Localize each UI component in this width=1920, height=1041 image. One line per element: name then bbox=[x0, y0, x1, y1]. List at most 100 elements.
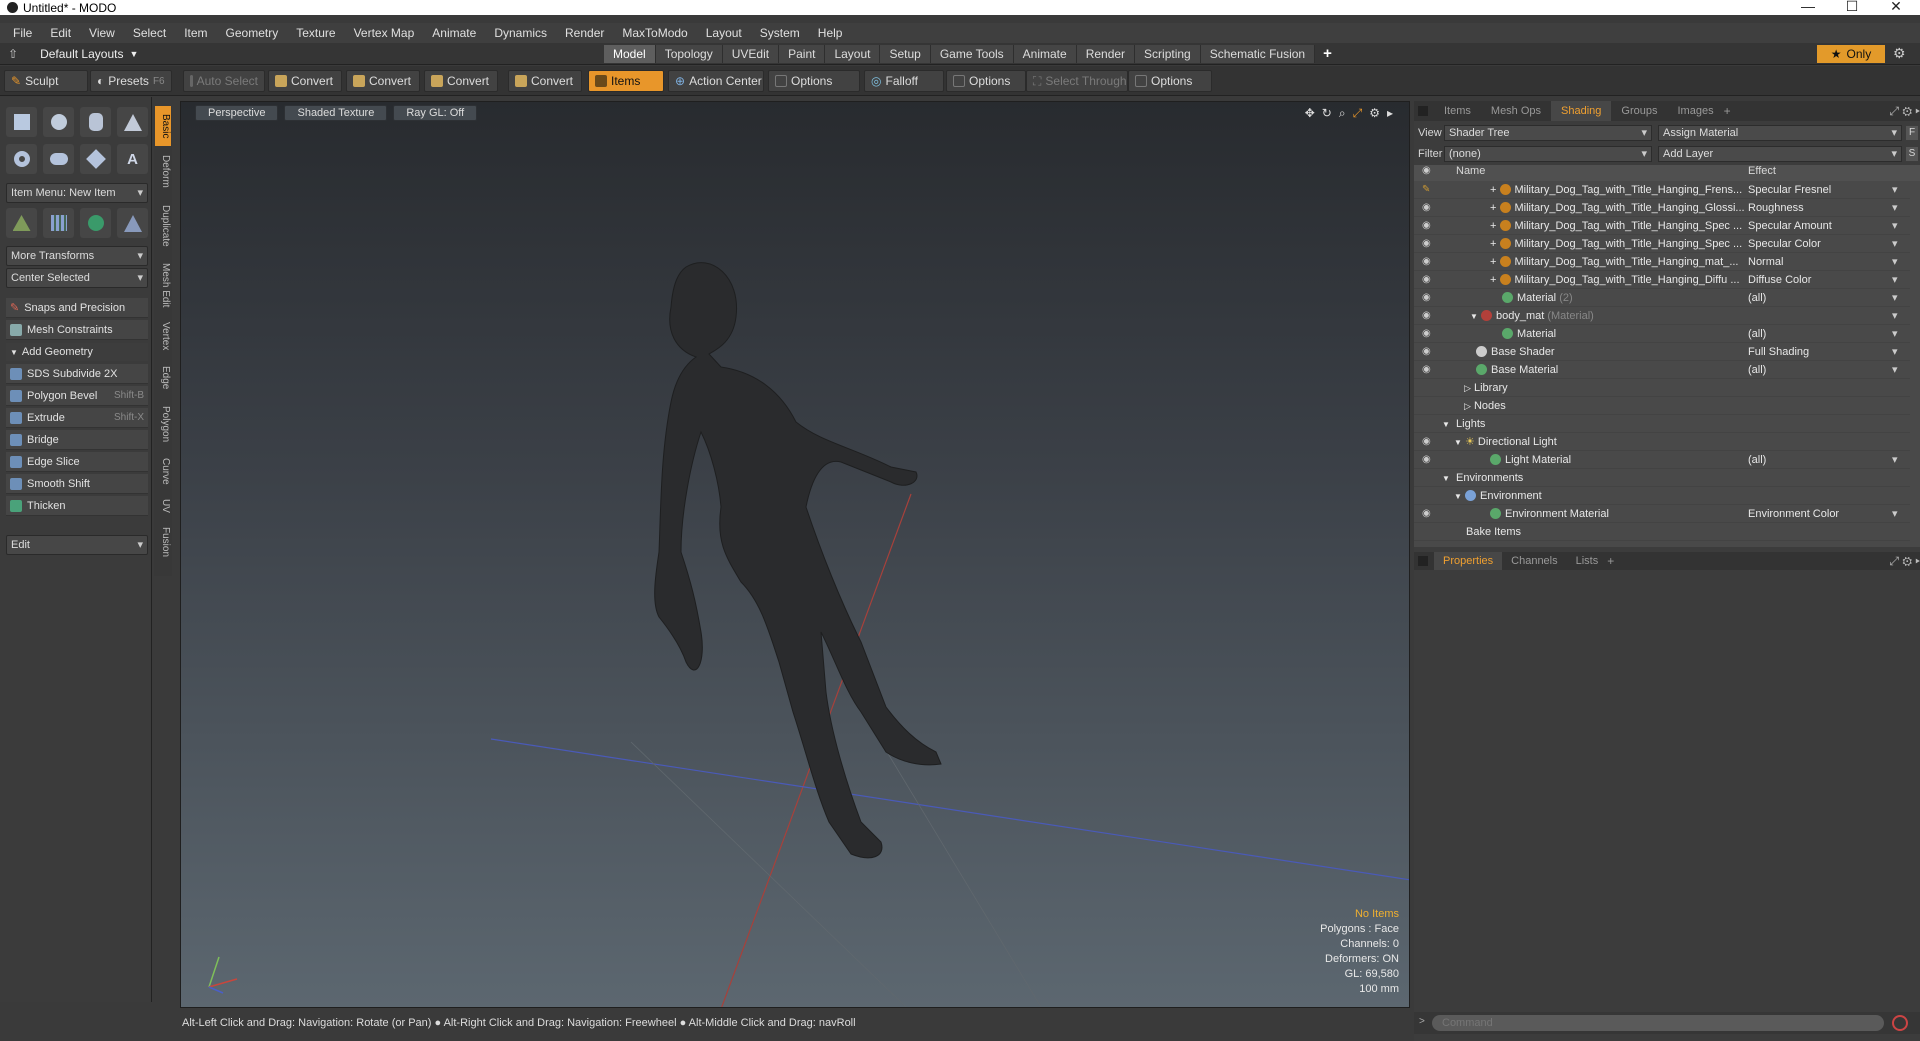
s-button[interactable]: S bbox=[1906, 147, 1918, 161]
smooth-shift-button[interactable]: Smooth Shift bbox=[6, 474, 148, 494]
vtab-polygon[interactable]: Polygon bbox=[155, 400, 171, 448]
menu-texture[interactable]: Texture bbox=[287, 26, 344, 40]
tree-row[interactable]: ◉ ▼ ☀ Directional Light bbox=[1414, 433, 1910, 451]
tab-scripting[interactable]: Scripting bbox=[1135, 45, 1201, 63]
tree-row[interactable]: ◉ + Military_Dog_Tag_with_Title_Hanging_… bbox=[1414, 253, 1910, 271]
tree-row[interactable]: ◉ Material (all) ▾ bbox=[1414, 325, 1910, 343]
edit-dropdown[interactable]: Edit bbox=[6, 535, 148, 555]
options-button-2[interactable]: Options bbox=[946, 70, 1026, 92]
tab-schematic-fusion[interactable]: Schematic Fusion bbox=[1200, 45, 1316, 63]
vtab-curve[interactable]: Curve bbox=[155, 452, 171, 490]
row-effect[interactable]: (all) bbox=[1748, 454, 1898, 466]
chevron-down-icon[interactable]: ▾ bbox=[1892, 219, 1898, 232]
filter-dropdown[interactable]: (none) bbox=[1444, 146, 1652, 162]
panel-expand-icon[interactable]: ⤢ ⚙ ▸ bbox=[1889, 104, 1920, 119]
add-geometry-section[interactable]: ▼ Add Geometry bbox=[6, 343, 148, 361]
tree-row[interactable]: ◉ ▼ body_mat (Material) ▾ bbox=[1414, 307, 1910, 325]
tree-row[interactable]: ◉ Base Material (all) ▾ bbox=[1414, 361, 1910, 379]
vtab-vertex[interactable]: Vertex bbox=[155, 316, 171, 356]
f-button[interactable]: F bbox=[1906, 126, 1918, 140]
locator-icon[interactable] bbox=[6, 208, 37, 238]
fit-view-icon[interactable]: ⤢ bbox=[1353, 106, 1363, 121]
tab-channels[interactable]: Channels bbox=[1502, 555, 1566, 567]
tree-row[interactable]: ◉ Environment Material Environment Color… bbox=[1414, 505, 1910, 523]
chevron-down-icon[interactable]: ▾ bbox=[1892, 345, 1898, 358]
convert-button-3[interactable]: Convert bbox=[424, 70, 498, 92]
tab-paint[interactable]: Paint bbox=[779, 45, 826, 63]
convert-button-2[interactable]: Convert bbox=[346, 70, 420, 92]
tab-animate[interactable]: Animate bbox=[1013, 45, 1077, 63]
center-selected-dropdown[interactable]: Center Selected bbox=[6, 268, 148, 288]
menu-layout[interactable]: Layout bbox=[697, 26, 751, 40]
torus-icon[interactable] bbox=[6, 144, 37, 174]
menu-animate[interactable]: Animate bbox=[423, 26, 485, 40]
eye-icon[interactable]: ◉ bbox=[1422, 310, 1436, 321]
panel-menu-icon[interactable] bbox=[1418, 106, 1428, 116]
vtab-basic[interactable]: Basic bbox=[155, 106, 171, 146]
row-effect[interactable]: Diffuse Color bbox=[1748, 274, 1898, 286]
select-through-button[interactable]: ⛶ Select Through bbox=[1026, 70, 1128, 92]
tab-mesh-ops[interactable]: Mesh Ops bbox=[1481, 105, 1551, 117]
vtab-mesh-edit[interactable]: Mesh Edit bbox=[155, 258, 171, 312]
extrude-button[interactable]: Extrude Shift-X bbox=[6, 408, 148, 428]
tab-uvedit[interactable]: UVEdit bbox=[722, 45, 780, 63]
row-effect[interactable]: Normal bbox=[1748, 256, 1898, 268]
eye-icon[interactable]: ◉ bbox=[1422, 328, 1436, 339]
eye-icon[interactable]: ◉ bbox=[1422, 202, 1436, 213]
brush-icon[interactable]: ✎ bbox=[1422, 184, 1436, 195]
chevron-down-icon[interactable]: ▾ bbox=[1892, 237, 1898, 250]
chevron-down-icon[interactable]: ▾ bbox=[1892, 255, 1898, 268]
auto-select-button[interactable]: Auto Select bbox=[183, 70, 265, 92]
move-view-icon[interactable]: ✥ bbox=[1305, 106, 1315, 121]
tab-items[interactable]: Items bbox=[1434, 105, 1481, 117]
row-effect[interactable]: Full Shading bbox=[1748, 346, 1898, 358]
cylinder-icon[interactable] bbox=[80, 107, 111, 137]
chevron-down-icon[interactable]: ▾ bbox=[1892, 363, 1898, 376]
eye-icon[interactable]: ◉ bbox=[1422, 256, 1436, 267]
eye-icon[interactable]: ◉ bbox=[1422, 454, 1436, 465]
options-button-3[interactable]: Options bbox=[1128, 70, 1212, 92]
tree-row[interactable]: ◉ Light Material (all) ▾ bbox=[1414, 451, 1910, 469]
thicken-button[interactable]: Thicken bbox=[6, 496, 148, 516]
convert-button-1[interactable]: Convert bbox=[268, 70, 342, 92]
pyramid-icon[interactable] bbox=[117, 208, 148, 238]
text-icon[interactable]: A bbox=[117, 144, 148, 174]
sphere-icon[interactable] bbox=[43, 107, 74, 137]
vtab-fusion[interactable]: Fusion bbox=[155, 522, 171, 562]
add-tab-icon[interactable]: + bbox=[1724, 104, 1731, 118]
row-effect[interactable]: Specular Color bbox=[1748, 238, 1898, 250]
eye-icon[interactable]: ◉ bbox=[1422, 436, 1436, 447]
vtab-deform[interactable]: Deform bbox=[155, 148, 171, 194]
row-effect[interactable]: (all) bbox=[1748, 364, 1898, 376]
edge-slice-button[interactable]: Edge Slice bbox=[6, 452, 148, 472]
tree-row[interactable]: ▼ Environment bbox=[1414, 487, 1910, 505]
tab-groups[interactable]: Groups bbox=[1611, 105, 1667, 117]
tab-game-tools[interactable]: Game Tools bbox=[930, 45, 1014, 63]
close-button[interactable]: ✕ bbox=[1874, 0, 1918, 15]
3d-viewport[interactable]: Perspective Shaded Texture Ray GL: Off ✥… bbox=[180, 101, 1410, 1008]
menu-view[interactable]: View bbox=[80, 26, 124, 40]
tab-render[interactable]: Render bbox=[1076, 45, 1136, 63]
row-effect[interactable]: Specular Amount bbox=[1748, 220, 1898, 232]
tree-row[interactable]: ▷ Library bbox=[1414, 379, 1910, 397]
viewport-gear-icon[interactable]: ⚙ bbox=[1369, 106, 1380, 121]
row-effect[interactable]: Specular Fresnel bbox=[1748, 184, 1898, 196]
tree-row[interactable]: ◉ Base Shader Full Shading ▾ bbox=[1414, 343, 1910, 361]
sculpt-button[interactable]: ✎ Sculpt bbox=[4, 70, 88, 92]
eye-icon[interactable]: ◉ bbox=[1422, 238, 1436, 249]
zoom-icon[interactable]: ⌕ bbox=[1339, 106, 1346, 121]
eye-icon[interactable]: ◉ bbox=[1422, 274, 1436, 285]
expand-icon[interactable]: ▸ bbox=[1387, 106, 1393, 121]
vtab-edge[interactable]: Edge bbox=[155, 360, 171, 396]
chevron-down-icon[interactable]: ▾ bbox=[1892, 201, 1898, 214]
tree-row[interactable]: ▼ Lights bbox=[1414, 415, 1910, 433]
add-tab-icon[interactable]: + bbox=[1607, 554, 1614, 568]
row-effect[interactable]: Roughness bbox=[1748, 202, 1898, 214]
panel-menu-icon[interactable] bbox=[1418, 556, 1428, 566]
grid-icon[interactable] bbox=[43, 208, 74, 238]
more-transforms-dropdown[interactable]: More Transforms bbox=[6, 246, 148, 266]
eye-icon[interactable]: ◉ bbox=[1422, 364, 1436, 375]
items-mode-button[interactable]: Items bbox=[588, 70, 664, 92]
menu-help[interactable]: Help bbox=[809, 26, 852, 40]
column-effect[interactable]: Effect bbox=[1748, 165, 1776, 177]
